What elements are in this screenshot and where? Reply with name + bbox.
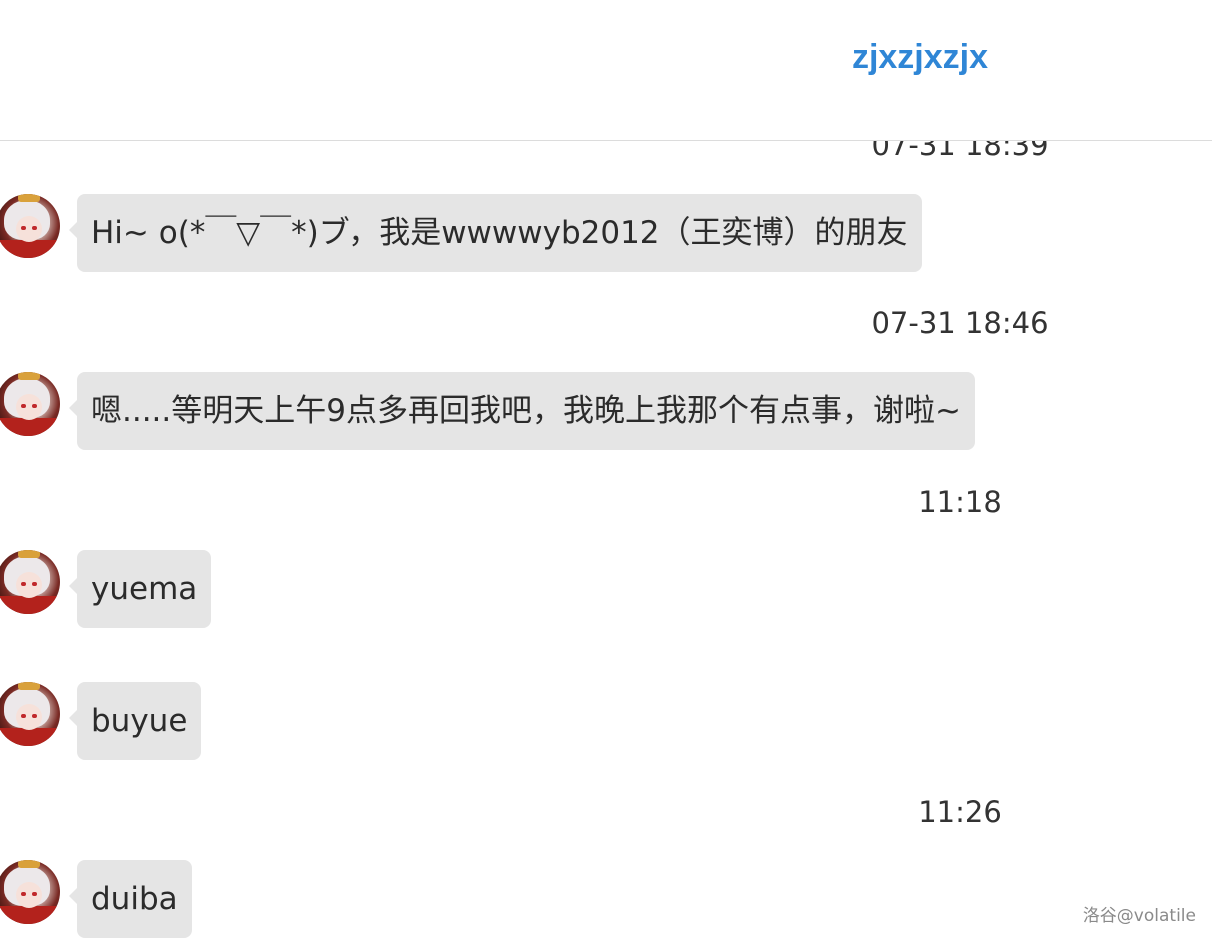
message-bubble[interactable]: duiba — [69, 860, 192, 938]
message-bubble[interactable]: Hi~ o(*￣▽￣*)ブ，我是wwwwyb2012（王奕博）的朋友 — [69, 194, 922, 272]
avatar[interactable] — [0, 550, 60, 614]
chat-header: zjxzjxzjx — [0, 0, 1212, 141]
watermark: 洛谷@volatile — [1082, 906, 1196, 926]
avatar[interactable] — [0, 860, 60, 924]
message-bubble[interactable]: yuema — [68, 550, 212, 628]
avatar[interactable] — [0, 194, 60, 258]
timestamp: 11:18 — [918, 485, 1002, 519]
message-bubble[interactable]: 嗯.....等明天上午9点多再回我吧，我晚上我那个有点事，谢啦~ — [69, 372, 975, 450]
avatar[interactable] — [0, 372, 60, 436]
avatar[interactable] — [0, 682, 60, 746]
timestamp: 07-31 18:39 — [871, 141, 1049, 162]
timestamp: 11:26 — [918, 795, 1002, 829]
message-list[interactable]: 07-31 18:39 Hi~ o(*￣▽￣*)ブ，我是wwwwyb2012（王… — [0, 141, 1212, 942]
chat-title[interactable]: zjxzjxzjx — [620, 38, 1212, 77]
message-bubble[interactable]: buyue — [68, 682, 202, 760]
timestamp: 07-31 18:46 — [871, 306, 1049, 340]
